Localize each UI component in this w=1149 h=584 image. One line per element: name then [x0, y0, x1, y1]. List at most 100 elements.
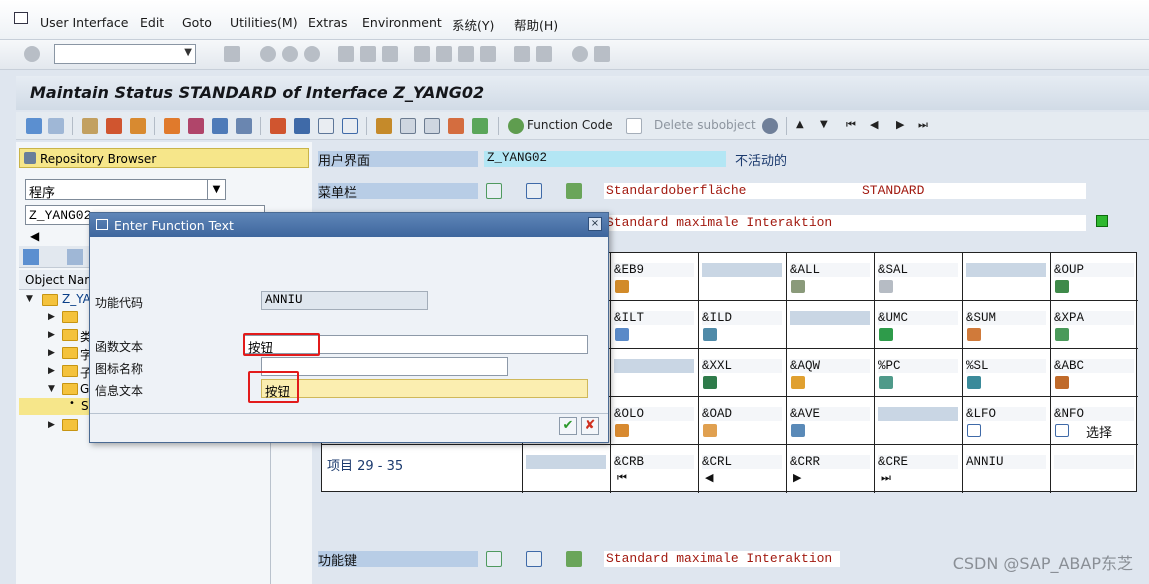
function-cell[interactable]: &UMC — [878, 311, 908, 325]
function-code-button[interactable]: Function Code — [527, 118, 613, 132]
dialog-title-bar[interactable]: Enter Function Text × — [90, 213, 608, 237]
function-cell[interactable]: &CRR — [790, 455, 820, 469]
display-list-icon[interactable] — [294, 118, 310, 134]
expand-triangle-icon[interactable]: ▶ — [48, 420, 55, 430]
expand-icon[interactable] — [486, 551, 502, 567]
function-cell[interactable]: &CRL — [702, 455, 732, 469]
function-cell[interactable]: &AVE — [790, 407, 820, 421]
find-icon[interactable] — [360, 46, 376, 62]
expand-icon[interactable] — [486, 183, 502, 199]
first-item-icon[interactable]: ⏮ — [846, 118, 856, 132]
exit-icon[interactable] — [282, 46, 298, 62]
function-code-icon[interactable] — [508, 118, 524, 134]
chevron-down-icon[interactable]: ▼ — [207, 180, 225, 199]
empty-function-cell[interactable] — [526, 455, 606, 469]
chevron-down-icon[interactable]: ▼ — [184, 47, 192, 58]
empty-function-cell[interactable] — [878, 407, 958, 421]
empty-function-cell[interactable] — [614, 359, 694, 373]
first-page-icon[interactable] — [414, 46, 430, 62]
navigation-icon[interactable] — [212, 118, 228, 134]
table-icon[interactable] — [318, 118, 334, 134]
function-cell[interactable]: &XXL — [702, 359, 732, 373]
expand-triangle-icon[interactable]: ▶ — [48, 312, 55, 322]
menu-environment[interactable]: Environment — [362, 15, 442, 30]
copy-icon[interactable] — [400, 118, 416, 134]
test-icon[interactable] — [188, 118, 204, 134]
cancel-button[interactable]: ✘ — [581, 417, 599, 435]
empty-function-cell[interactable] — [1054, 455, 1134, 469]
shortcut-icon[interactable] — [536, 46, 552, 62]
cut-icon[interactable] — [376, 118, 392, 134]
close-button[interactable]: × — [588, 217, 602, 231]
function-cell[interactable]: &OLO — [614, 407, 644, 421]
empty-function-cell[interactable] — [790, 311, 870, 325]
activate-icon[interactable] — [106, 118, 122, 134]
back-arrow-icon[interactable] — [26, 118, 42, 134]
function-cell[interactable]: &ILT — [614, 311, 644, 325]
expand-triangle-icon[interactable]: ▶ — [48, 366, 55, 376]
info-text-input[interactable]: 按钮 — [261, 379, 588, 399]
expand-triangle-icon[interactable]: ▼ — [26, 294, 33, 304]
confirm-button[interactable]: ✔ — [559, 417, 577, 435]
cancel-icon[interactable] — [304, 46, 320, 62]
hierarchy-icon[interactable] — [566, 551, 582, 567]
last-item-icon[interactable]: ⏭ — [918, 118, 928, 132]
function-cell[interactable]: &CRB — [614, 455, 644, 469]
other-object-icon[interactable] — [130, 118, 146, 134]
where-used-icon[interactable] — [164, 118, 180, 134]
function-cell[interactable]: &CRE — [878, 455, 908, 469]
print-icon[interactable] — [338, 46, 354, 62]
function-cell[interactable]: &SUM — [966, 311, 996, 325]
menu-edit[interactable]: Edit — [140, 15, 164, 30]
function-cell[interactable]: &ABC — [1054, 359, 1084, 373]
hierarchy-icon[interactable] — [566, 183, 582, 199]
function-cell[interactable]: &XPA — [1054, 311, 1084, 325]
command-field[interactable]: ▼ — [54, 44, 196, 64]
object-type-select[interactable]: 程序 ▼ — [25, 179, 226, 201]
forward-arrow-icon[interactable] — [48, 118, 64, 134]
function-cell[interactable]: %PC — [878, 359, 901, 373]
display-change-icon[interactable] — [82, 118, 98, 134]
function-cell[interactable]: &NFO — [1054, 407, 1084, 421]
function-cell[interactable]: &OUP — [1054, 263, 1084, 277]
info-icon[interactable] — [526, 183, 542, 199]
enter-icon[interactable] — [24, 46, 40, 62]
function-cell[interactable]: &SAL — [878, 263, 908, 277]
forward-icon[interactable] — [67, 249, 83, 265]
layout-menu-icon[interactable] — [594, 46, 610, 62]
function-cell[interactable]: %SL — [966, 359, 989, 373]
next-item-icon[interactable]: ▶ — [896, 118, 904, 131]
menu-user-interface[interactable]: User Interface — [40, 15, 128, 30]
menu-help[interactable]: 帮助(H) — [514, 15, 558, 34]
window-menu-icon[interactable] — [14, 12, 28, 24]
menu-system[interactable]: 系统(Y) — [452, 15, 494, 34]
expand-triangle-icon[interactable]: ▼ — [48, 384, 55, 394]
repository-browser-button[interactable]: Repository Browser — [19, 148, 309, 168]
last-page-icon[interactable] — [480, 46, 496, 62]
function-cell[interactable]: &LFO — [966, 407, 996, 421]
save-icon[interactable] — [224, 46, 240, 62]
function-cell[interactable]: &ILD — [702, 311, 732, 325]
scroll-down-icon[interactable]: ▼ — [820, 119, 828, 130]
function-cell[interactable]: &EB9 — [614, 263, 644, 277]
help-icon[interactable] — [572, 46, 588, 62]
previous-page-icon[interactable] — [436, 46, 452, 62]
back-icon[interactable] — [23, 249, 39, 265]
find-next-icon[interactable] — [382, 46, 398, 62]
previous-item-icon[interactable]: ◀ — [870, 118, 878, 131]
empty-function-cell[interactable] — [966, 263, 1046, 277]
new-session-icon[interactable] — [514, 46, 530, 62]
tree-item[interactable]: S — [81, 399, 89, 413]
expand-triangle-icon[interactable]: ▶ — [48, 330, 55, 340]
expand-triangle-icon[interactable]: ▶ — [48, 348, 55, 358]
menu-extras[interactable]: Extras — [308, 15, 348, 30]
settings-icon[interactable] — [762, 118, 778, 134]
structure-icon[interactable] — [270, 118, 286, 134]
menu-utilities[interactable]: Utilities(M) — [230, 15, 298, 30]
scroll-up-icon[interactable]: ▲ — [796, 119, 804, 130]
function-cell[interactable]: &ALL — [790, 263, 820, 277]
insert-icon[interactable] — [448, 118, 464, 134]
scroll-left-icon[interactable]: ◀ — [30, 229, 39, 243]
empty-function-cell[interactable] — [702, 263, 782, 277]
back-icon[interactable] — [260, 46, 276, 62]
